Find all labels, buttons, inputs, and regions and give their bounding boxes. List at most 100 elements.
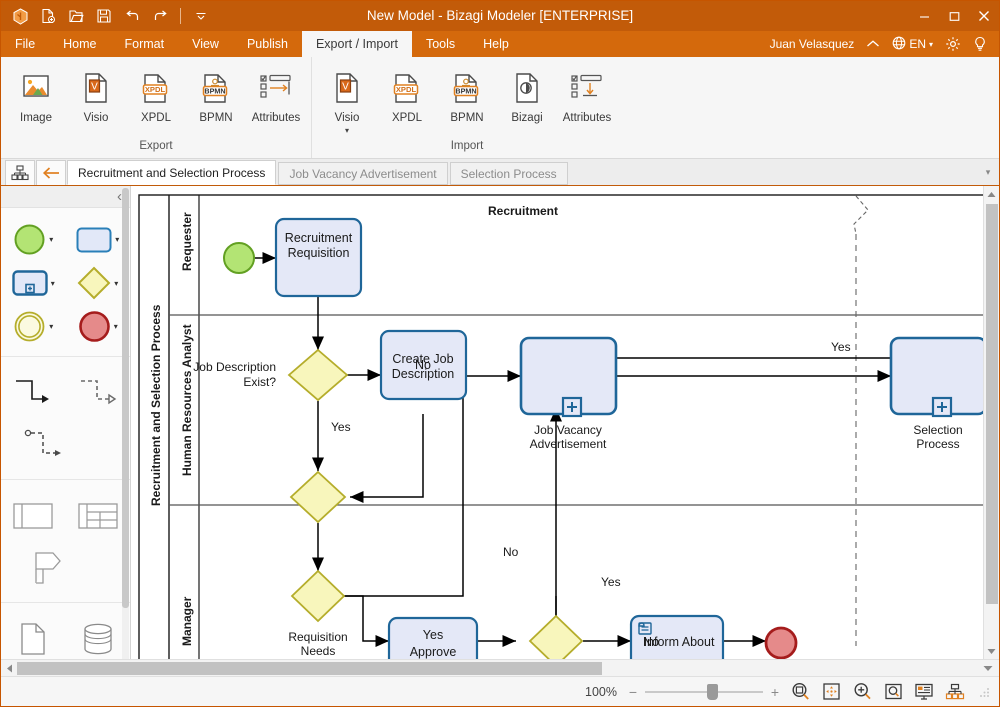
svg-text:V: V <box>342 82 349 93</box>
diagram-canvas-inner[interactable]: Recruitment and Selection Process Reques… <box>131 186 983 659</box>
menu-item-publish[interactable]: Publish <box>233 31 302 57</box>
tab-job-vacancy-advertisement[interactable]: Job Vacancy Advertisement <box>278 162 447 185</box>
zoom-slider-thumb[interactable] <box>707 684 718 700</box>
end-event-shape[interactable]: ▾ <box>69 310 127 343</box>
process-view-button[interactable] <box>943 680 967 704</box>
lane-shape[interactable] <box>66 495 131 537</box>
import-visio-button[interactable]: V Visio ▾ <box>318 61 376 138</box>
zoom-in-slider-button[interactable]: + <box>769 684 781 700</box>
export-visio-button[interactable]: V Visio <box>67 61 125 127</box>
horizontal-scroll-thumb[interactable] <box>17 662 602 675</box>
scroll-left-arrow-icon[interactable] <box>1 660 17 677</box>
visio-file-icon: V <box>332 66 362 110</box>
export-attributes-button[interactable]: Attributes <box>247 61 305 127</box>
palette-scrollbar[interactable] <box>122 186 129 659</box>
customize-quick-access-caret[interactable] <box>188 4 214 28</box>
diagram-canvas[interactable]: Recruitment and Selection Process Reques… <box>131 186 983 659</box>
tab-selection-process[interactable]: Selection Process <box>450 162 568 185</box>
zoom-region-button[interactable] <box>881 680 905 704</box>
subprocess-shape[interactable]: ▾ <box>4 270 62 296</box>
collapse-ribbon-icon[interactable] <box>862 31 884 57</box>
palette-scrollbar-thumb[interactable] <box>122 188 129 608</box>
fit-to-page-button[interactable] <box>819 680 843 704</box>
flow-label-yes-1: Yes <box>331 420 351 434</box>
scroll-down-arrow-icon[interactable] <box>984 643 1000 659</box>
task-shape[interactable]: ▾ <box>69 227 127 253</box>
menu-item-format[interactable]: Format <box>111 31 179 57</box>
scroll-up-arrow-icon[interactable] <box>984 186 1000 202</box>
menu-item-export-import[interactable]: Export / Import <box>302 31 412 57</box>
user-name[interactable]: Juan Velasquez <box>766 31 859 57</box>
image-icon <box>20 66 52 110</box>
tab-overflow-caret-icon[interactable]: ▾ <box>977 160 999 185</box>
vertical-scroll-thumb[interactable] <box>986 204 998 604</box>
menu-item-view[interactable]: View <box>178 31 233 57</box>
menu-item-help[interactable]: Help <box>469 31 523 57</box>
zoom-slider[interactable]: − + <box>627 684 781 700</box>
presentation-view-button[interactable] <box>912 680 936 704</box>
chevron-down-icon[interactable]: ▾ <box>114 322 118 331</box>
globe-icon <box>892 36 906 53</box>
chevron-down-icon[interactable]: ▾ <box>51 279 55 288</box>
intermediate-event-shape[interactable]: ▾ <box>4 310 62 343</box>
process-tree-button[interactable] <box>5 160 35 185</box>
gateway-shape[interactable]: ▾ <box>69 266 127 300</box>
data-object-shape[interactable] <box>1 618 66 659</box>
svg-text:Job Description: Job Description <box>193 360 276 374</box>
menu-item-home[interactable]: Home <box>49 31 110 57</box>
save-model-icon[interactable] <box>91 4 117 28</box>
canvas-vertical-scrollbar[interactable] <box>983 186 999 659</box>
import-xpdl-button[interactable]: XPDL XPDL <box>378 61 436 127</box>
maximize-button[interactable] <box>939 1 969 31</box>
resize-grip-icon[interactable] <box>977 685 991 699</box>
new-model-icon[interactable] <box>35 4 61 28</box>
chevron-down-icon[interactable]: ▾ <box>49 235 53 244</box>
data-store-shape[interactable] <box>66 618 131 659</box>
open-model-icon[interactable] <box>63 4 89 28</box>
message-flow-connector[interactable] <box>66 372 131 414</box>
zoom-to-selection-button[interactable] <box>788 680 812 704</box>
palette-group-swimlanes <box>1 480 130 603</box>
export-image-button[interactable]: Image <box>7 61 65 127</box>
export-bpmn-button[interactable]: BPMN BPMN <box>187 61 245 127</box>
undo-icon[interactable] <box>119 4 145 28</box>
import-bpmn-button[interactable]: BPMN BPMN <box>438 61 496 127</box>
back-button[interactable] <box>36 160 66 185</box>
tab-recruitment-and-selection-process[interactable]: Recruitment and Selection Process <box>67 160 276 185</box>
milestone-shape[interactable] <box>15 547 81 589</box>
chevron-down-icon[interactable]: ▾ <box>49 322 53 331</box>
attributes-export-icon <box>258 66 294 110</box>
minimize-button[interactable] <box>909 1 939 31</box>
sequence-flow-connector[interactable] <box>1 372 66 414</box>
zoom-in-button[interactable] <box>850 680 874 704</box>
zoom-slider-track[interactable] <box>645 691 763 693</box>
canvas-horizontal-scrollbar[interactable] <box>1 659 999 676</box>
chevron-down-icon[interactable]: ▾ <box>345 127 349 135</box>
export-xpdl-button[interactable]: XPDL XPDL <box>127 61 185 127</box>
chevron-down-icon[interactable]: ▾ <box>114 279 118 288</box>
import-bizagi-button[interactable]: Bizagi <box>498 61 556 127</box>
ribbon-group-import-label: Import <box>318 140 616 158</box>
redo-icon[interactable] <box>147 4 173 28</box>
bpmn-diagram-svg[interactable]: Recruitment and Selection Process Reques… <box>131 186 983 659</box>
language-selector[interactable]: EN ▾ <box>888 31 937 57</box>
association-connector[interactable] <box>13 424 79 466</box>
zoom-out-button[interactable]: − <box>627 684 639 700</box>
menu-item-tools[interactable]: Tools <box>412 31 469 57</box>
app-logo[interactable] <box>7 4 33 28</box>
menu-item-file[interactable]: File <box>1 31 49 57</box>
chevron-down-icon[interactable]: ▾ <box>115 235 119 244</box>
svg-text:Advertisement: Advertisement <box>530 437 607 451</box>
bpmn-file-icon: BPMN <box>451 66 483 110</box>
horizontal-scroll-track[interactable] <box>17 660 977 677</box>
pool-shape[interactable] <box>1 495 66 537</box>
tips-bulb-icon[interactable] <box>969 31 991 57</box>
vertical-scroll-track[interactable] <box>984 202 1000 643</box>
language-label: EN <box>909 37 926 51</box>
end-event <box>766 628 796 658</box>
start-event-shape[interactable]: ▾ <box>4 223 62 256</box>
close-button[interactable] <box>969 1 999 31</box>
settings-gear-icon[interactable] <box>941 31 965 57</box>
import-attributes-button[interactable]: Attributes <box>558 61 616 127</box>
scroll-down-caret-icon[interactable] <box>977 660 999 677</box>
